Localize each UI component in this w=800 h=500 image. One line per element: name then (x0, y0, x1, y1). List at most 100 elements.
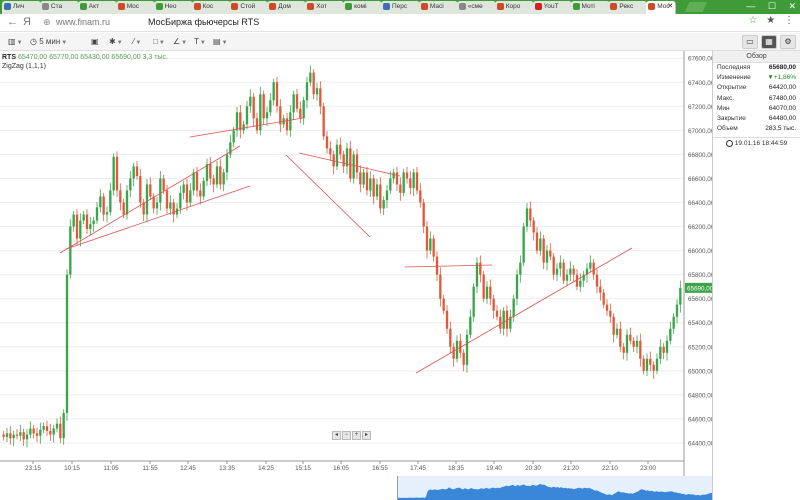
chart-area[interactable]: 64400,00 64600,00 64800,00 65000,00 65200,00… (0, 51, 712, 500)
favorites-icon[interactable]: ★ (766, 15, 775, 26)
browser-tab[interactable]: Мос ✕ (646, 1, 677, 14)
tab-label: Рекс (619, 3, 634, 10)
panel-row-value: 64420,00 (768, 84, 796, 92)
browser-tab[interactable]: Мос (115, 1, 155, 14)
url-text[interactable]: www.finam.ru (56, 17, 110, 27)
browser-tab[interactable]: Рекс (608, 1, 648, 14)
tab-favicon (193, 2, 201, 10)
image-icon[interactable]: ▤▼ (213, 35, 228, 49)
browser-tab[interactable]: YouT (532, 1, 572, 14)
candle-body (442, 298, 445, 311)
lines-icon[interactable]: ∠▼ (173, 35, 187, 49)
candle-body (269, 100, 272, 113)
browser-tab[interactable]: Дом (267, 1, 307, 14)
candle-body (535, 232, 539, 251)
candle-body (309, 72, 312, 83)
candle-body (292, 94, 295, 113)
window-controls: — ☐ ✕ (736, 0, 796, 13)
settings-icon[interactable]: ⚙ (780, 35, 796, 49)
candle-body (299, 108, 302, 119)
panel-row-label: Открытие (717, 84, 747, 92)
candle-body (52, 428, 55, 435)
trend-line (59, 145, 241, 254)
zoom-out-button[interactable]: − (342, 431, 351, 440)
candle-body (539, 238, 542, 251)
y-tick-label: 64400,00 (688, 440, 712, 447)
browser-tab[interactable]: Перс (381, 1, 420, 14)
browser-tab[interactable]: Кос (191, 1, 231, 14)
panel-row: Закрытие 64480,00 (713, 114, 800, 124)
text-tool-icon[interactable]: T▼ (194, 35, 206, 49)
candle-body (432, 238, 435, 257)
y-tick-label: 65400,00 (688, 320, 712, 327)
grid-layout-icon[interactable]: ▦ (761, 35, 777, 49)
save-icon[interactable]: ▣ (91, 35, 99, 49)
candle-body (369, 178, 372, 191)
close-window-button[interactable]: ✕ (788, 1, 796, 11)
candle-body (495, 310, 499, 317)
candle-body (232, 130, 235, 143)
shapes-icon[interactable]: □▼ (153, 35, 165, 49)
browser-tab[interactable]: Нео (153, 1, 193, 14)
url-box[interactable]: ⊕ www.finam.ru МосБиржа фьючерсы RTS (40, 16, 740, 30)
candle-body (545, 250, 549, 263)
candle-body (619, 328, 622, 347)
tab-label: Хот (316, 3, 327, 10)
candle-body (512, 298, 515, 317)
minimize-button[interactable]: — (746, 1, 755, 11)
candle-body (139, 176, 142, 203)
tab-favicon (610, 2, 618, 10)
candle-body (482, 274, 485, 299)
browser-tab[interactable]: Акт (77, 1, 117, 14)
browser-tab[interactable]: Моті (570, 1, 610, 14)
candle-body (615, 328, 619, 335)
browser-tab[interactable]: Коро (494, 1, 534, 14)
x-tick-label: 15:15 (295, 465, 311, 472)
chart-navigator[interactable] (397, 476, 712, 500)
candle-body (379, 184, 382, 209)
candle-body (92, 220, 95, 225)
scroll-right-button[interactable]: ▸ (362, 431, 371, 440)
maximize-button[interactable]: ☐ (768, 1, 776, 11)
candle-body (245, 106, 249, 125)
scroll-left-button[interactable]: ◂ (332, 431, 341, 440)
browser-tab[interactable]: Стой (229, 1, 269, 14)
candle-body (105, 212, 109, 215)
tab-favicon (117, 2, 125, 10)
candle-body (275, 82, 279, 107)
y-tick-label: 67200,00 (688, 104, 712, 111)
tab-label: Коро (505, 3, 521, 10)
candle-body (65, 274, 69, 413)
x-tick-label: 22:10 (602, 465, 618, 472)
site-info-icon[interactable]: ⊕ (43, 17, 51, 28)
browser-tab[interactable]: Ста (39, 1, 79, 14)
draw-tool-icon[interactable]: ⁄▼ (133, 35, 141, 49)
zoom-in-button[interactable]: + (352, 431, 361, 440)
browser-tab[interactable]: Хот (305, 1, 345, 14)
panel-toggle-icon[interactable]: ▭ (742, 35, 758, 49)
candle-body (649, 358, 652, 365)
interval-selector[interactable]: ◷ 5 мин▼ (30, 35, 67, 49)
back-icon[interactable]: ← (7, 16, 18, 28)
browser-tab[interactable]: «сме (456, 1, 496, 14)
browser-tab[interactable]: Лич (2, 1, 41, 14)
page-title: МосБиржа фьючерсы RTS (148, 17, 260, 27)
chart-type-icon[interactable]: ▥▼ (8, 35, 23, 49)
browser-tab[interactable]: Масі (418, 1, 458, 14)
indicators-icon[interactable]: ✱▼ (109, 35, 123, 49)
panel-row-label: Последняя (717, 64, 751, 71)
candle-body (29, 428, 32, 435)
menu-icon[interactable]: ⋮ (784, 15, 794, 26)
candle-body (135, 166, 139, 177)
new-tab-button[interactable] (684, 2, 708, 12)
close-tab-icon[interactable]: ✕ (667, 1, 673, 13)
candle-body (335, 144, 339, 167)
panel-row: Мин 64070,00 (713, 104, 800, 114)
tab-label: Дом (278, 3, 291, 10)
y-tick-label: 66600,00 (688, 176, 712, 183)
candle-body (149, 184, 152, 197)
yandex-logo[interactable]: Я (23, 16, 31, 28)
bookmark-icon[interactable]: ☆ (749, 15, 758, 26)
tab-favicon (307, 2, 315, 10)
browser-tab[interactable]: комі (343, 1, 383, 14)
